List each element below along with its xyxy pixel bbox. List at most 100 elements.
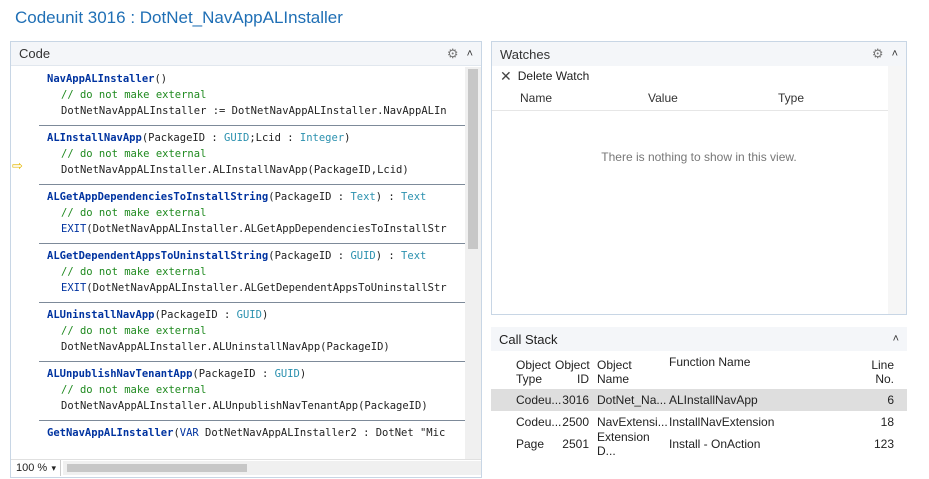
code-function-block: ALGetDependentAppsToUninstallString(Pack… (39, 244, 465, 303)
column-object-name[interactable]: Object Name (589, 358, 667, 386)
code-function-block: ALUninstallNavApp(PackageID : GUID) // do… (39, 303, 465, 362)
code-token: EXIT (61, 223, 87, 235)
delete-watch-button[interactable]: ✕ Delete Watch (492, 66, 906, 86)
code-line[interactable]: EXIT(DotNetNavAppALInstaller.ALGetAppDep… (47, 221, 465, 237)
code-token: ) (344, 132, 351, 144)
empty-message: There is nothing to show in this view. (601, 150, 797, 164)
page-title: Codeunit 3016 : DotNet_NavAppALInstaller (15, 8, 343, 27)
code-panel: Code ⚙ ˄ ⇨ NavAppALInstaller() // do not … (10, 41, 482, 478)
collapse-chevron-icon[interactable]: ˄ (892, 48, 898, 60)
code-token: VAR (179, 427, 199, 439)
call-stack-header: Call Stack ˄ (491, 327, 907, 351)
code-token: ALUnpublishNavTenantApp (47, 368, 193, 380)
code-token: (DotNetNavAppALInstaller.ALGetDependentA… (86, 282, 447, 294)
zoom-value: 100 % (16, 462, 48, 474)
column-function-name[interactable]: Function Name (667, 351, 842, 369)
call-stack-cell-id: 2500 (562, 415, 589, 429)
column-object-name-line1: Object (597, 358, 632, 372)
code-token: ) (261, 309, 269, 321)
collapse-chevron-icon[interactable]: ˄ (467, 48, 473, 60)
code-line[interactable]: // do not make external (47, 205, 465, 221)
code-token: (PackageID : (154, 309, 237, 321)
zoom-select[interactable]: 100 % ▾ (11, 460, 61, 476)
call-stack-row[interactable]: Page 2501 Extension D... Install - OnAction… (491, 430, 907, 458)
code-token: DotNetNavAppALInstaller.ALInstallNavApp(… (61, 164, 409, 176)
code-line[interactable]: // do not make external (47, 264, 465, 280)
code-editor[interactable]: ⇨ NavAppALInstaller() // do not make exte… (11, 67, 481, 460)
delete-watch-label: Delete Watch (517, 69, 590, 83)
call-stack-row[interactable]: Codeu... 2500 NavExtensi... InstallNavExten… (491, 411, 907, 433)
column-type[interactable]: Type (752, 91, 872, 105)
code-token: GetNavAppALInstaller (47, 427, 174, 439)
column-function-name-line1: Function Name (669, 355, 751, 369)
watches-panel: Watches ⚙ ˄ ✕ Delete Watch Name Value Ty… (491, 41, 907, 315)
code-token: ) : (375, 191, 402, 203)
code-signature-line[interactable]: NavAppALInstaller() (47, 71, 465, 87)
code-line[interactable]: DotNetNavAppALInstaller.ALInstallNavApp(… (47, 162, 465, 178)
code-signature-line[interactable]: ALGetDependentAppsToUninstallString(Pack… (47, 248, 465, 264)
code-line[interactable]: DotNetNavAppALInstaller.ALUnpublishNavTe… (47, 398, 465, 414)
breakpoint-gutter[interactable]: ⇨ (11, 67, 39, 460)
code-footer: 100 % ▾ (11, 459, 481, 477)
column-object-type[interactable]: Object Type (491, 358, 551, 386)
call-stack-cell-id: 2501 (562, 437, 589, 451)
call-stack-cell-id: 3016 (562, 393, 589, 407)
code-token: DotNetNavAppALInstaller2 : DotNet "Mic (198, 427, 446, 439)
call-stack-cell-line: 18 (880, 415, 894, 429)
watches-scrollbar[interactable] (888, 66, 906, 314)
call-stack-row[interactable]: Codeu... 3016 DotNet_Na... ALInstallNavApp 6 (491, 389, 907, 411)
call-stack-cell-line: 6 (887, 393, 894, 407)
code-token: // do not make external (61, 325, 207, 337)
call-stack-cell-type: Codeu... (516, 393, 562, 407)
code-line[interactable]: // do not make external (47, 382, 465, 398)
code-token: EXIT (61, 282, 87, 294)
code-token: NavAppALInstaller (47, 73, 155, 85)
code-signature-line[interactable]: ALGetAppDependenciesToInstallString(Pack… (47, 189, 465, 205)
code-function-block: ALGetAppDependenciesToInstallString(Pack… (39, 185, 465, 244)
code-token: DotNetNavAppALInstaller.ALUninstallNavAp… (61, 341, 390, 353)
code-token: ;Lcid : (249, 132, 300, 144)
column-line-no-line2: No. (875, 372, 894, 386)
call-stack-rows: Codeu... 3016 DotNet_Na... ALInstallNavApp 6… (491, 389, 907, 458)
column-value[interactable]: Value (622, 91, 752, 105)
watches-header: Watches ⚙ ˄ (492, 42, 906, 66)
call-stack-cell-type: Codeu... (516, 415, 562, 429)
code-line[interactable]: // do not make external (47, 146, 465, 162)
call-stack-column-headers: Object Type Object ID Object Name Functi… (491, 351, 907, 389)
code-vertical-scrollbar[interactable] (465, 67, 481, 460)
code-token: // do not make external (61, 266, 207, 278)
code-text-area[interactable]: NavAppALInstaller() // do not make extern… (39, 67, 465, 460)
code-token: // do not make external (61, 207, 207, 219)
column-line-no[interactable]: Line No. (842, 358, 900, 386)
code-token: ) (299, 368, 307, 380)
column-object-type-line2: Type (516, 372, 543, 386)
code-signature-line[interactable]: GetNavAppALInstaller(VAR DotNetNavAppALI… (47, 425, 465, 441)
code-line[interactable]: // do not make external (47, 87, 465, 103)
code-token: () (154, 73, 168, 85)
code-scroll-thumb[interactable] (468, 69, 478, 249)
code-token: ALGetAppDependenciesToInstallString (47, 191, 269, 203)
code-horizontal-scrollbar[interactable] (63, 461, 481, 475)
code-token: DotNetNavAppALInstaller := DotNetNavAppA… (61, 105, 447, 117)
code-line[interactable]: DotNetNavAppALInstaller := DotNetNavAppA… (47, 103, 465, 119)
collapse-chevron-icon[interactable]: ˄ (893, 333, 899, 345)
code-line[interactable]: EXIT(DotNetNavAppALInstaller.ALGetDepend… (47, 280, 465, 296)
code-signature-line[interactable]: ALInstallNavApp(PackageID : GUID;Lcid : … (47, 130, 465, 146)
code-line[interactable]: // do not make external (47, 323, 465, 339)
code-hscroll-thumb[interactable] (67, 464, 247, 472)
code-line[interactable]: DotNetNavAppALInstaller.ALUninstallNavAp… (47, 339, 465, 355)
code-token: GUID (350, 250, 376, 262)
code-signature-line[interactable]: ALUnpublishNavTenantApp(PackageID : GUID… (47, 366, 465, 382)
column-object-id-line2: ID (577, 372, 589, 386)
column-name[interactable]: Name (492, 91, 622, 105)
call-stack-cell-line: 123 (873, 437, 894, 451)
customize-icon[interactable]: ⚙ (872, 46, 884, 62)
code-token: (PackageID : (141, 132, 225, 144)
code-panel-header: Code ⚙ ˄ (11, 42, 481, 66)
code-signature-line[interactable]: ALUninstallNavApp(PackageID : GUID) (47, 307, 465, 323)
code-token: GUID (274, 368, 300, 380)
column-object-id[interactable]: Object ID (551, 358, 590, 386)
column-object-type-line1: Object (516, 358, 551, 372)
call-stack-cell-function: Install - OnAction (669, 437, 761, 451)
customize-icon[interactable]: ⚙ (447, 46, 459, 62)
